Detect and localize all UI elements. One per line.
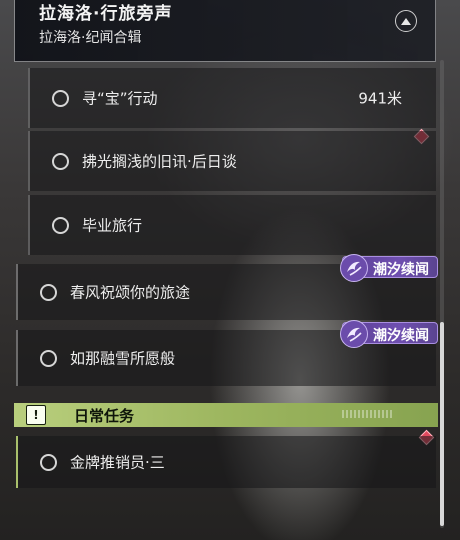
quest-group-title: 拉海洛·行旅旁声	[39, 4, 173, 24]
quest-label: 如那融雪所愿般	[70, 349, 176, 368]
quest-status-circle-icon	[52, 153, 69, 170]
section-decoration	[342, 410, 394, 418]
quest-item[interactable]: 金牌推销员·三	[16, 436, 436, 488]
tide-tag: 潮汐续闻	[340, 254, 438, 282]
tide-tag-label: 潮汐续闻	[373, 328, 429, 344]
quest-label: 拂光搁浅的旧讯·后日谈	[82, 152, 237, 171]
quest-status-circle-icon	[40, 284, 57, 301]
quest-status-circle-icon	[52, 90, 69, 107]
tide-emblem-icon	[340, 320, 368, 348]
daily-quest-section-header[interactable]: ! 日常任务	[14, 403, 438, 427]
quest-item[interactable]: 拂光搁浅的旧讯·后日谈	[28, 131, 436, 191]
scrollbar-thumb[interactable]	[440, 322, 444, 526]
section-title: 日常任务	[74, 407, 135, 425]
quest-group-subtitle: 拉海洛·纪闻合辑	[39, 30, 142, 46]
quest-label: 毕业旅行	[82, 216, 143, 235]
exclamation-icon: !	[26, 405, 46, 425]
quest-label: 金牌推销员·三	[70, 453, 165, 472]
quest-status-circle-icon	[40, 454, 57, 471]
quest-item[interactable]: 寻“宝”行动 941米	[28, 68, 436, 128]
tide-emblem-icon	[340, 254, 368, 282]
quest-item[interactable]: 毕业旅行	[28, 195, 436, 255]
quest-status-circle-icon	[52, 217, 69, 234]
quest-label: 春风祝颂你的旅途	[70, 283, 191, 302]
tide-tag: 潮汐续闻	[340, 320, 438, 348]
tide-tag-label: 潮汐续闻	[373, 262, 429, 278]
chevron-up-icon[interactable]	[395, 10, 417, 32]
quest-distance: 941米	[358, 89, 402, 108]
quest-group-header[interactable]: 拉海洛·行旅旁声 拉海洛·纪闻合辑	[14, 0, 436, 62]
quest-status-circle-icon	[40, 350, 57, 367]
quest-label: 寻“宝”行动	[82, 89, 158, 108]
